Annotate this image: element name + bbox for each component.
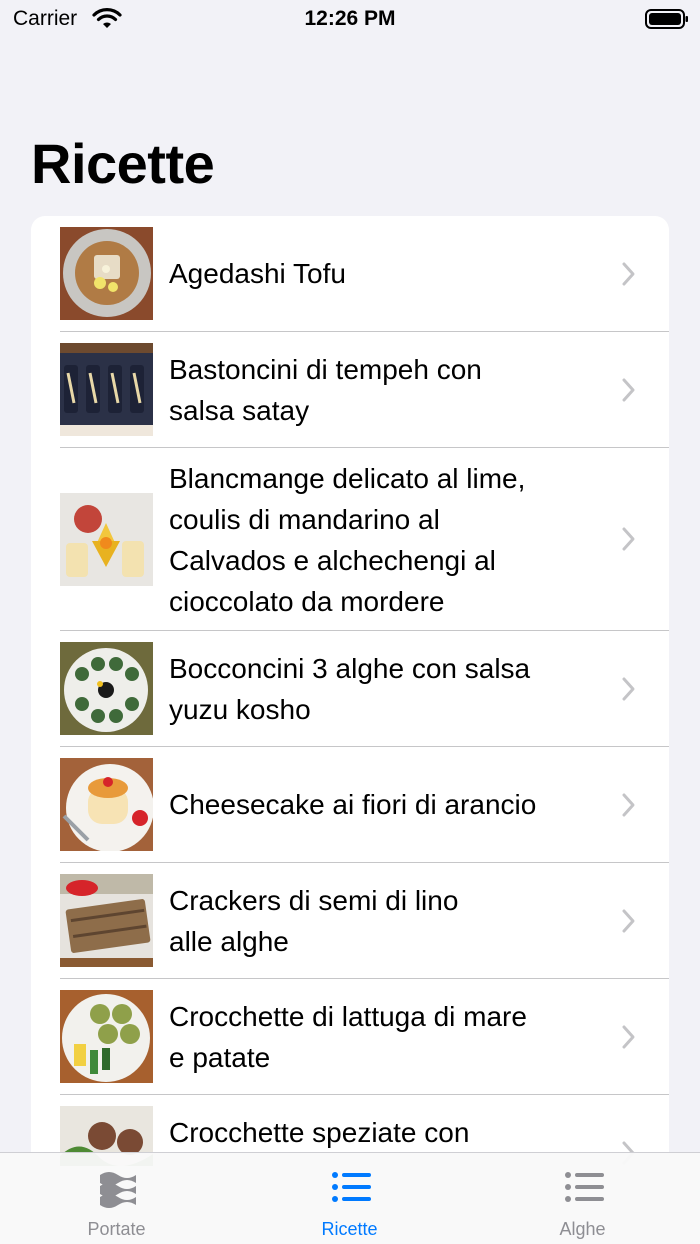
recipe-row[interactable]: Cheesecake ai fiori di arancio <box>31 747 669 863</box>
recipe-row[interactable]: Bastoncini di tempeh con salsa satay <box>31 332 669 448</box>
croquettes-image <box>60 990 153 1083</box>
recipe-title: Crocchette speziate con <box>169 1117 470 1148</box>
recipe-title: Crackers di semi di lino alle alghe <box>169 885 459 957</box>
tab-portate[interactable]: Portate <box>0 1153 233 1244</box>
recipe-row[interactable]: Blancmange delicato al lime, coulis di m… <box>31 448 669 631</box>
recipe-list: Agedashi Tofu Bastoncini di tempeh con s… <box>31 216 669 1166</box>
tab-label: Ricette <box>321 1219 378 1239</box>
chevron-right-icon <box>622 793 635 817</box>
battery-icon <box>645 9 688 29</box>
recipe-row[interactable]: Agedashi Tofu <box>31 216 669 332</box>
chevron-right-icon <box>622 378 635 402</box>
recipe-title: Cheesecake ai fiori di arancio <box>169 789 537 820</box>
chevron-right-icon <box>622 262 635 286</box>
status-bar: Carrier 12:26 PM <box>0 0 700 40</box>
recipe-title: Bocconcini 3 alghe con salsa yuzu kosho <box>169 653 531 725</box>
recipe-title: Bastoncini di tempeh con salsa satay <box>169 354 482 426</box>
crackers-image <box>60 874 153 967</box>
page-title: Ricette <box>31 132 215 195</box>
chevron-right-icon <box>622 1025 635 1049</box>
recipe-row[interactable]: Crackers di semi di lino alle alghe <box>31 863 669 979</box>
blancmange-dessert-image <box>60 493 153 586</box>
tab-bar: Portate Ricette Alghe <box>0 1152 700 1244</box>
tofu-dish-image <box>60 227 153 320</box>
tab-alghe[interactable]: Alghe <box>466 1153 699 1244</box>
tab-ricette[interactable]: Ricette <box>233 1153 466 1244</box>
recipe-row[interactable]: Crocchette di lattuga di mare e patate <box>31 979 669 1095</box>
list-icon <box>332 1172 371 1202</box>
chevron-right-icon <box>622 909 635 933</box>
recipe-title: Agedashi Tofu <box>169 258 346 289</box>
recipe-title: Crocchette di lattuga di mare e patate <box>169 1001 527 1073</box>
list-icon <box>565 1172 604 1202</box>
chevron-right-icon <box>622 677 635 701</box>
tab-label: Alghe <box>559 1219 606 1239</box>
tab-label: Portate <box>87 1219 146 1239</box>
tempeh-sticks-image <box>60 343 153 436</box>
cheesecake-image <box>60 758 153 851</box>
recipe-title: Blancmange delicato al lime, coulis di m… <box>169 463 526 617</box>
chevron-right-icon <box>622 527 635 551</box>
clock: 12:26 PM <box>304 7 396 30</box>
seaweed-bites-image <box>60 642 153 735</box>
recipe-row[interactable]: Bocconcini 3 alghe con salsa yuzu kosho <box>31 631 669 747</box>
waves-icon <box>100 1172 136 1208</box>
